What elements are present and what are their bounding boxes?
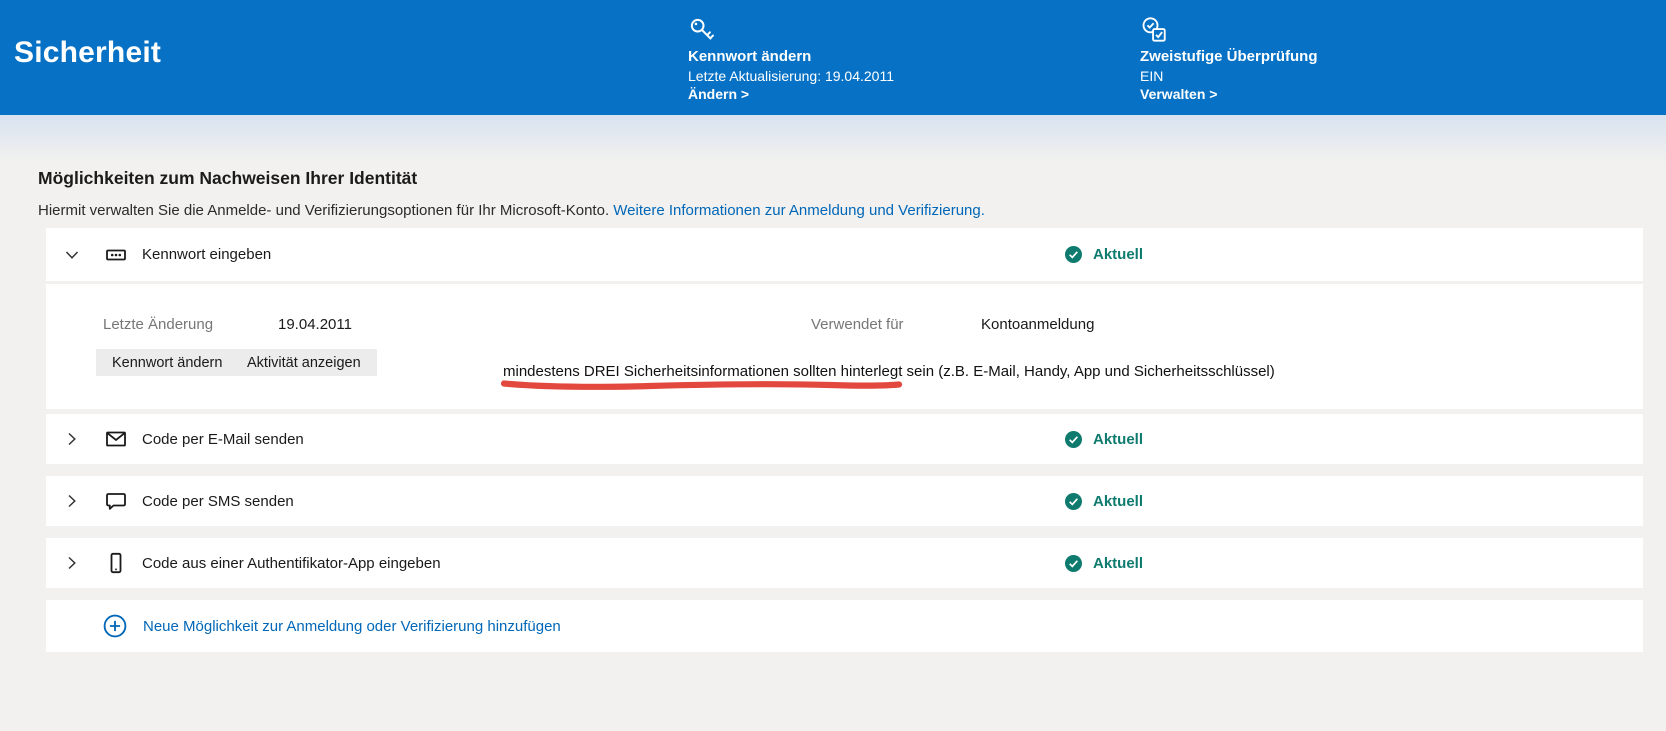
method-label: Kennwort eingeben xyxy=(142,246,271,263)
chevron-right-icon[interactable] xyxy=(64,431,80,447)
intro-text: Hiermit verwalten Sie die Anmelde- und V… xyxy=(38,202,609,219)
status-badge: Aktuell xyxy=(1065,246,1143,263)
change-password-button[interactable]: Kennwort ändern xyxy=(96,349,238,376)
method-row-authenticator[interactable]: Code aus einer Authentifikator-App einge… xyxy=(46,538,1643,588)
method-label: Code aus einer Authentifikator-App einge… xyxy=(142,555,441,572)
add-method-link[interactable]: Neue Möglichkeit zur Anmeldung oder Veri… xyxy=(143,618,561,635)
authenticator-app-icon xyxy=(104,551,128,575)
handwritten-annotation: mindestens DREI Sicherheitsinformationen… xyxy=(503,363,1275,380)
used-for-value: Kontoanmeldung xyxy=(981,316,1094,333)
security-header-banner: Sicherheit Kennwort ändern Letzte Aktual… xyxy=(0,0,1666,115)
status-badge: Aktuell xyxy=(1065,493,1143,510)
identity-methods-list: Kennwort eingeben Aktuell Letzte Änderun… xyxy=(46,228,1643,652)
change-password-title: Kennwort ändern xyxy=(688,47,894,67)
change-password-link[interactable]: Ändern > xyxy=(688,85,894,103)
two-step-title: Zweistufige Überprüfung xyxy=(1140,47,1318,67)
status-badge: Aktuell xyxy=(1065,431,1143,448)
status-badge: Aktuell xyxy=(1065,555,1143,572)
method-row-sms[interactable]: Code per SMS senden Aktuell xyxy=(46,476,1643,526)
check-circle-icon xyxy=(1065,493,1082,510)
password-icon xyxy=(104,243,128,267)
password-last-updated: Letzte Aktualisierung: 19.04.2011 xyxy=(688,67,894,85)
two-step-summary-block: Zweistufige Überprüfung EIN Verwalten > xyxy=(1140,16,1318,103)
method-row-password[interactable]: Kennwort eingeben Aktuell xyxy=(46,228,1643,281)
status-label: Aktuell xyxy=(1093,493,1143,510)
show-activity-button[interactable]: Aktivität anzeigen xyxy=(231,349,377,376)
sms-icon xyxy=(104,489,128,513)
banner-gradient xyxy=(0,115,1666,163)
email-icon xyxy=(104,427,128,451)
chevron-right-icon[interactable] xyxy=(64,555,80,571)
manage-two-step-link[interactable]: Verwalten > xyxy=(1140,85,1318,103)
status-label: Aktuell xyxy=(1093,246,1143,263)
chevron-down-icon[interactable] xyxy=(64,247,80,263)
plus-circle-icon[interactable] xyxy=(102,613,128,639)
method-row-email[interactable]: Code per E-Mail senden Aktuell xyxy=(46,414,1643,464)
add-method-row[interactable]: Neue Möglichkeit zur Anmeldung oder Veri… xyxy=(46,600,1643,652)
password-details-panel: Letzte Änderung 19.04.2011 Verwendet für… xyxy=(46,284,1643,409)
key-icon xyxy=(688,16,894,44)
main-content: Möglichkeiten zum Nachweisen Ihrer Ident… xyxy=(0,163,1666,652)
status-label: Aktuell xyxy=(1093,431,1143,448)
last-change-value: 19.04.2011 xyxy=(278,316,352,333)
method-label: Code per E-Mail senden xyxy=(142,431,304,448)
chevron-right-icon[interactable] xyxy=(64,493,80,509)
more-info-link[interactable]: Weitere Informationen zur Anmeldung und … xyxy=(613,202,985,219)
status-label: Aktuell xyxy=(1093,555,1143,572)
check-circle-icon xyxy=(1065,431,1082,448)
two-step-verification-icon xyxy=(1140,16,1318,44)
check-circle-icon xyxy=(1065,555,1082,572)
intro-paragraph: Hiermit verwalten Sie die Anmelde- und V… xyxy=(38,202,1666,219)
password-summary-block: Kennwort ändern Letzte Aktualisierung: 1… xyxy=(688,16,894,103)
section-heading: Möglichkeiten zum Nachweisen Ihrer Ident… xyxy=(38,168,1666,189)
two-step-status: EIN xyxy=(1140,67,1318,85)
check-circle-icon xyxy=(1065,246,1082,263)
page-title: Sicherheit xyxy=(14,36,161,70)
last-change-label: Letzte Änderung xyxy=(103,316,213,333)
used-for-label: Verwendet für xyxy=(811,316,904,333)
method-label: Code per SMS senden xyxy=(142,493,294,510)
